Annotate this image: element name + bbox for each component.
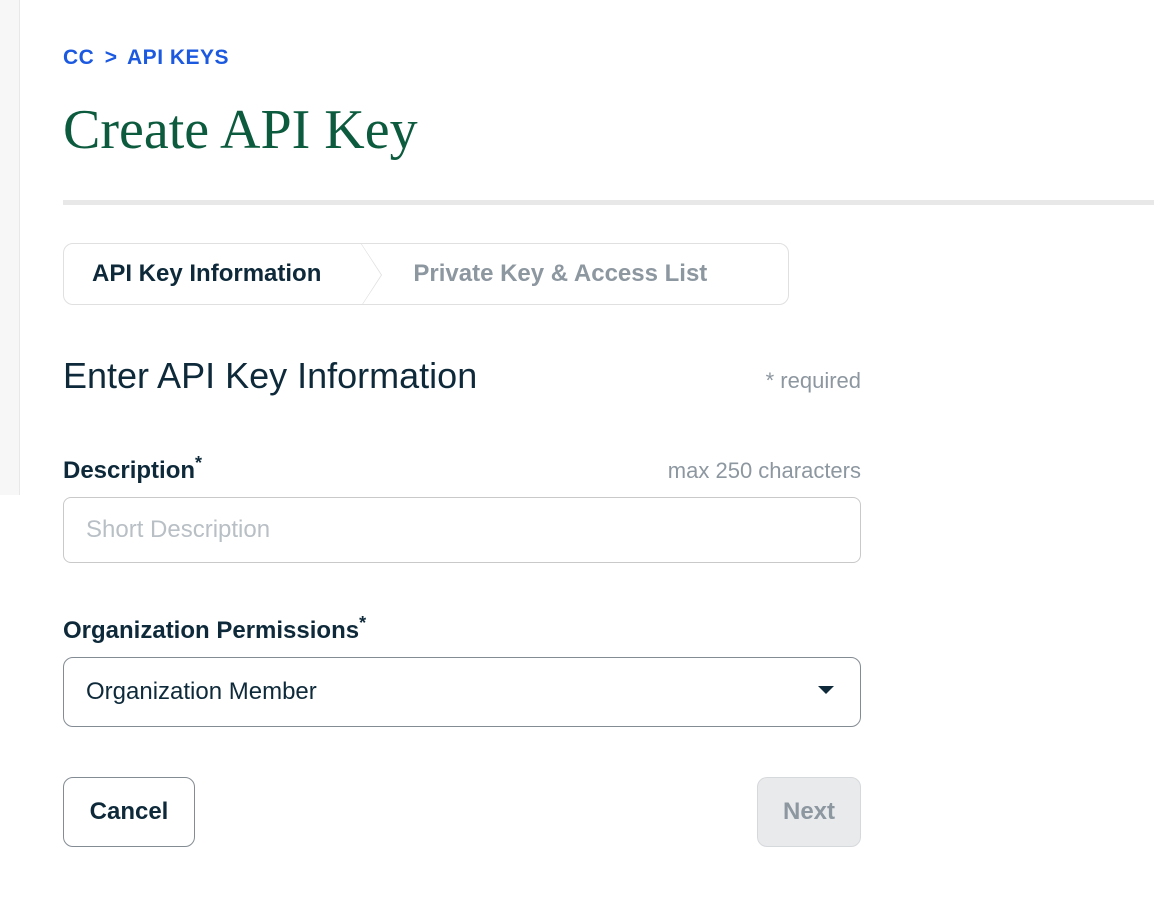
button-row: Cancel Next (63, 777, 861, 847)
label-text: Description (63, 457, 195, 484)
next-button[interactable]: Next (757, 777, 861, 847)
step-label: API Key Information (92, 260, 321, 288)
step-label: Private Key & Access List (413, 260, 707, 288)
section-header: Enter API Key Information * required (63, 355, 861, 397)
page-title: Create API Key (63, 98, 1154, 162)
divider (63, 200, 1154, 205)
step-private-key-access-list: Private Key & Access List (361, 244, 735, 304)
label-text: Organization Permissions (63, 617, 359, 644)
step-api-key-information[interactable]: API Key Information (64, 244, 361, 304)
required-asterisk: * (195, 453, 202, 473)
section-title: Enter API Key Information (63, 355, 477, 397)
description-hint: max 250 characters (668, 458, 861, 484)
field-description: Description* max 250 characters (63, 453, 861, 563)
main-content: CC > API KEYS Create API Key API Key Inf… (0, 0, 1154, 847)
description-input[interactable] (63, 497, 861, 563)
breadcrumb-link-api-keys[interactable]: API KEYS (127, 46, 229, 69)
step-indicator: API Key Information Private Key & Access… (63, 243, 789, 305)
field-permissions: Organization Permissions* Organization M… (63, 613, 861, 727)
required-asterisk: * (359, 613, 366, 633)
left-sidebar-edge (0, 0, 20, 495)
permissions-label: Organization Permissions* (63, 613, 366, 645)
required-hint: * required (766, 368, 861, 394)
breadcrumb: CC > API KEYS (63, 46, 1154, 70)
permissions-select[interactable]: Organization Member (63, 657, 861, 727)
breadcrumb-separator: > (105, 46, 118, 69)
breadcrumb-link-cc[interactable]: CC (63, 46, 94, 69)
cancel-button[interactable]: Cancel (63, 777, 195, 847)
description-label: Description* (63, 453, 202, 485)
